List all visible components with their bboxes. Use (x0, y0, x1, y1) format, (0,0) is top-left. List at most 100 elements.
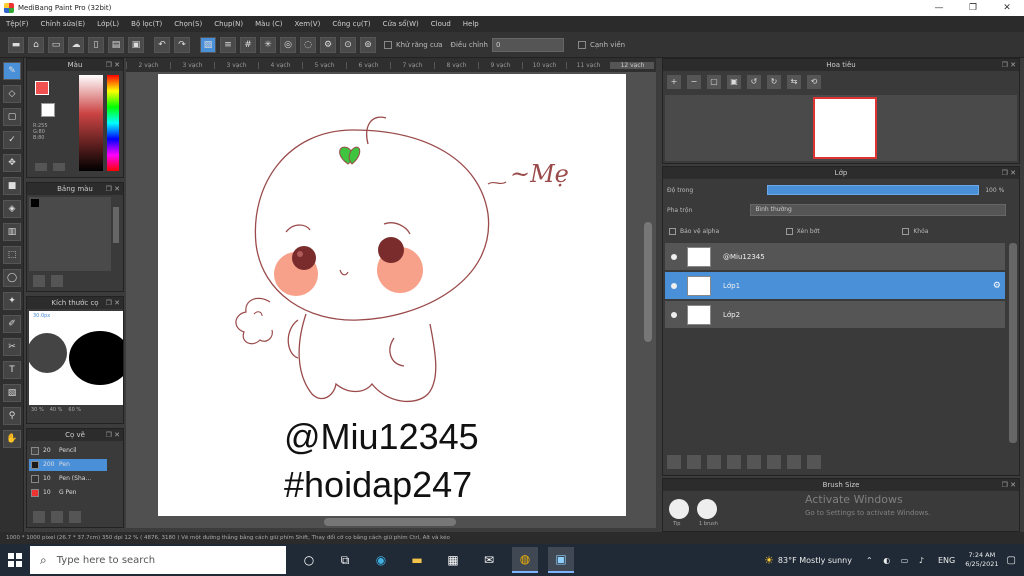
clock[interactable]: 7:24 AM 6/25/2021 (965, 551, 998, 569)
brush-size-option[interactable]: 40 % (50, 407, 63, 413)
magic-wand-tool-icon[interactable]: ✦ (3, 292, 21, 310)
snap-point-icon[interactable]: ⊚ (360, 36, 376, 53)
menu-snap[interactable]: Chụp(N) (214, 20, 243, 28)
layer-settings-icon[interactable]: ⚙ (993, 281, 1001, 291)
panel-pin-icon[interactable]: ❐ ✕ (106, 183, 120, 195)
menu-edit[interactable]: Chỉnh sửa(E) (41, 20, 86, 28)
zoom-out-icon[interactable]: − (687, 75, 701, 89)
edge-checkbox[interactable] (578, 40, 586, 49)
home-icon[interactable]: ⌂ (28, 36, 44, 53)
layer-item[interactable]: Lớp1 ⚙ (665, 272, 1005, 300)
new-halftone-layer-button[interactable] (687, 455, 701, 469)
task-view-icon[interactable]: ⧉ (332, 547, 358, 573)
brush-tool-icon[interactable]: ✎ (3, 62, 21, 80)
menu-select[interactable]: Chọn(S) (174, 20, 202, 28)
tray-icons[interactable]: ⌃ ◐ ▭ ♪ (866, 556, 928, 565)
snap-vanish-icon[interactable]: ⊙ (340, 36, 356, 53)
layers-scrollbar[interactable] (1009, 243, 1017, 443)
panel-pin-icon[interactable]: ❐ ✕ (1002, 167, 1016, 179)
edge-browser-icon[interactable]: ◉ (368, 547, 394, 573)
canvas-vertical-scrollbar[interactable] (644, 222, 652, 342)
brush-row[interactable]: 10 G Pen (29, 487, 107, 499)
snap-off-icon[interactable]: ▨ (200, 36, 216, 53)
brush-size-option[interactable]: 60 % (68, 407, 81, 413)
fill-rect-tool-icon[interactable]: ■ (3, 177, 21, 195)
layer-icon[interactable]: ▤ (108, 36, 124, 53)
antialias-checkbox[interactable] (384, 40, 392, 49)
background-color-swatch[interactable] (41, 103, 55, 117)
palette-color-chip[interactable] (31, 199, 39, 207)
new-8bit-layer-button[interactable] (707, 455, 721, 469)
eyedropper-tool-icon[interactable]: ⚲ (3, 407, 21, 425)
text-tool-icon[interactable]: T (3, 361, 21, 379)
menu-file[interactable]: Tệp(F) (6, 20, 29, 28)
clipping-checkbox[interactable] (785, 227, 793, 235)
lasso-tool-icon[interactable]: ◯ (3, 269, 21, 287)
panel-pin-icon[interactable]: ❐ ✕ (106, 429, 120, 441)
duplicate-layer-button[interactable] (767, 455, 781, 469)
panel-pin-icon[interactable]: ❐ ✕ (1002, 479, 1016, 491)
select-eraser-tool-icon[interactable]: ✂ (3, 338, 21, 356)
rotate-left-icon[interactable]: ↺ (747, 75, 761, 89)
delete-layer-button[interactable] (807, 455, 821, 469)
correction-select[interactable]: 0 (492, 37, 564, 52)
divide-tool-icon[interactable]: ▧ (3, 384, 21, 402)
drawing-canvas[interactable]: ~Mẹ @Miu12345 #hoidap247 (158, 74, 626, 516)
cortana-icon[interactable]: ○ (296, 547, 322, 573)
brush-size-option[interactable]: 30 % (31, 407, 44, 413)
panel-icon[interactable]: ▣ (128, 36, 144, 53)
merge-layer-button[interactable] (787, 455, 801, 469)
select-tool-icon[interactable]: ⬚ (3, 246, 21, 264)
eraser-tool-icon[interactable]: ◇ (3, 85, 21, 103)
menu-toggle-icon[interactable]: ▬ (8, 36, 24, 53)
snap-grid-icon[interactable]: # (240, 36, 256, 53)
brush-size-small-preview[interactable] (29, 333, 67, 373)
opacity-slider[interactable] (767, 185, 980, 195)
move-tool-icon[interactable]: ✥ (3, 154, 21, 172)
dot-tool-icon[interactable]: ▢ (3, 108, 21, 126)
menu-color[interactable]: Màu (C) (255, 20, 282, 28)
menu-window[interactable]: Cửa sổ(W) (383, 20, 419, 28)
canvas-horizontal-scrollbar[interactable] (324, 518, 456, 526)
hue-slider[interactable] (107, 75, 119, 171)
brush-size-large-preview[interactable] (69, 331, 123, 385)
brush-row[interactable]: 200 Pen (29, 459, 107, 471)
palette-area[interactable] (29, 197, 111, 271)
menu-filter[interactable]: Bộ lọc(T) (131, 20, 162, 28)
color-swap-button[interactable] (53, 163, 65, 171)
language-indicator[interactable]: ENG (938, 556, 955, 565)
fit-icon[interactable]: ▢ (707, 75, 721, 89)
brush-settings-button[interactable] (69, 511, 81, 523)
brush-size-preview[interactable]: 30.0px (29, 311, 123, 405)
cloud-icon[interactable]: ☁ (68, 36, 84, 53)
saturation-picker[interactable] (79, 75, 103, 171)
brush-tip-preview[interactable] (697, 499, 717, 519)
chrome-icon[interactable]: ◍ (512, 547, 538, 573)
file-explorer-icon[interactable]: ▬ (404, 547, 430, 573)
taskbar-search[interactable]: ⌕ Type here to search (30, 546, 286, 574)
menu-layer[interactable]: Lớp(L) (97, 20, 119, 28)
mail-icon[interactable]: ✉ (476, 547, 502, 573)
medibang-icon[interactable]: ▣ (548, 547, 574, 573)
page-icon[interactable]: ▯ (88, 36, 104, 53)
layer-item[interactable]: Lớp2 (665, 301, 1005, 329)
layer-item[interactable]: @Miu12345 (665, 243, 1005, 271)
actual-size-icon[interactable]: ▣ (727, 75, 741, 89)
snap-parallel-icon[interactable]: ≡ (220, 36, 236, 53)
rotate-right-icon[interactable]: ↻ (767, 75, 781, 89)
snap-circle-icon[interactable]: ◎ (280, 36, 296, 53)
blend-mode-select[interactable]: Bình thường (750, 204, 1007, 216)
panel-pin-icon[interactable]: ❐ ✕ (106, 297, 120, 309)
visibility-eye-icon[interactable] (671, 282, 677, 289)
hand-tool-icon[interactable]: ✋ (3, 430, 21, 448)
reset-icon[interactable]: ⟲ (807, 75, 821, 89)
foreground-color-swatch[interactable] (35, 81, 49, 95)
store-icon[interactable]: ▦ (440, 547, 466, 573)
menu-tools[interactable]: Công cụ(T) (332, 20, 370, 28)
panel-pin-icon[interactable]: ❐ ✕ (106, 59, 120, 71)
brush-row[interactable]: 20 Pencil (29, 445, 107, 457)
menu-view[interactable]: Xem(V) (294, 20, 320, 28)
snap-curve-icon[interactable]: ◌ (300, 36, 316, 53)
panel-pin-icon[interactable]: ❐ ✕ (1002, 59, 1016, 71)
snap-settings-icon[interactable]: ⚙ (320, 36, 336, 53)
